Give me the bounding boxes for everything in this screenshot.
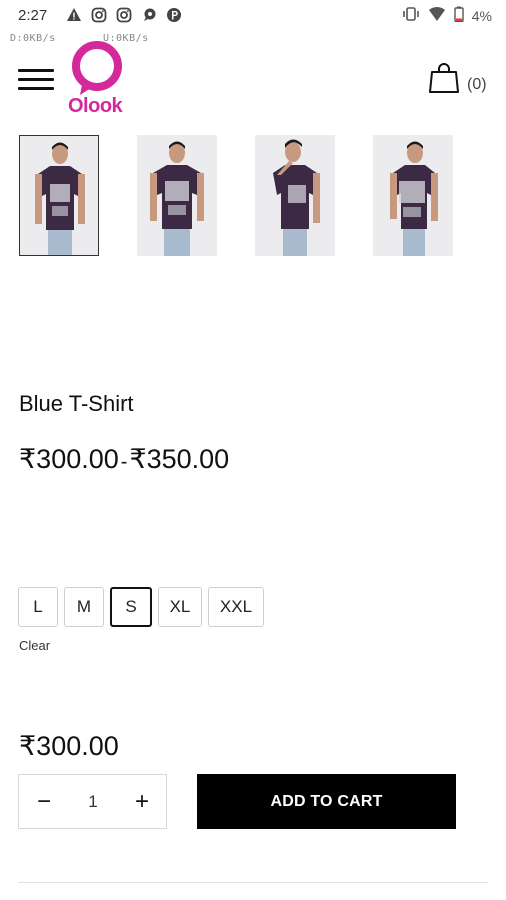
section-divider xyxy=(18,882,488,883)
cart-button[interactable] xyxy=(428,62,460,94)
battery-low-icon xyxy=(454,6,464,25)
size-selector: L M S XL XXL xyxy=(18,587,264,627)
quantity-increase-button[interactable]: + xyxy=(117,775,167,828)
wifi-icon xyxy=(428,6,446,25)
vibrate-icon xyxy=(402,6,420,25)
add-to-cart-button[interactable]: ADD TO CART xyxy=(197,774,456,829)
product-thumbnail-2[interactable] xyxy=(137,135,217,256)
tshirt-model-image xyxy=(137,135,217,256)
chat-icon xyxy=(141,7,157,23)
notification-icons xyxy=(66,7,182,23)
price-range: ₹300.00 -₹350.00 xyxy=(19,444,229,475)
tshirt-model-image xyxy=(255,135,335,256)
instagram-icon xyxy=(91,7,107,23)
price-min: ₹300.00 xyxy=(19,444,119,474)
tshirt-model-image xyxy=(20,136,98,255)
price-separator: - xyxy=(120,451,128,473)
size-option-l[interactable]: L xyxy=(18,587,58,627)
size-option-s[interactable]: S xyxy=(110,587,152,627)
system-icons: 4% xyxy=(402,6,492,25)
quantity-value[interactable]: 1 xyxy=(69,775,117,828)
logo-pin-icon xyxy=(72,41,122,95)
product-thumbnail-3[interactable] xyxy=(255,135,335,256)
size-option-xl[interactable]: XL xyxy=(158,587,202,627)
clear-selection-link[interactable]: Clear xyxy=(19,638,50,653)
price-max: ₹350.00 xyxy=(129,444,230,474)
size-option-xxl[interactable]: XXL xyxy=(208,587,264,627)
product-thumbnail-1[interactable] xyxy=(19,135,99,256)
tshirt-model-image xyxy=(373,135,453,256)
parking-icon xyxy=(166,7,182,23)
battery-percent: 4% xyxy=(471,7,492,24)
quantity-decrease-button[interactable]: − xyxy=(19,775,69,828)
product-thumbnail-4[interactable] xyxy=(373,135,453,256)
status-bar: 2:27 4% xyxy=(0,0,506,30)
status-time: 2:27 xyxy=(18,7,48,24)
menu-button[interactable] xyxy=(18,66,54,94)
brand-name: Olook xyxy=(68,95,123,117)
shopping-bag-icon xyxy=(429,63,459,93)
quantity-stepper: − 1 + xyxy=(18,774,167,829)
size-option-m[interactable]: M xyxy=(64,587,104,627)
selected-price: ₹300.00 xyxy=(19,731,119,761)
warning-icon xyxy=(66,7,82,23)
product-title: Blue T-Shirt xyxy=(19,391,134,416)
instagram-icon xyxy=(116,7,132,23)
cart-count: (0) xyxy=(467,76,487,93)
download-speed: D:0KB/s xyxy=(10,33,56,44)
